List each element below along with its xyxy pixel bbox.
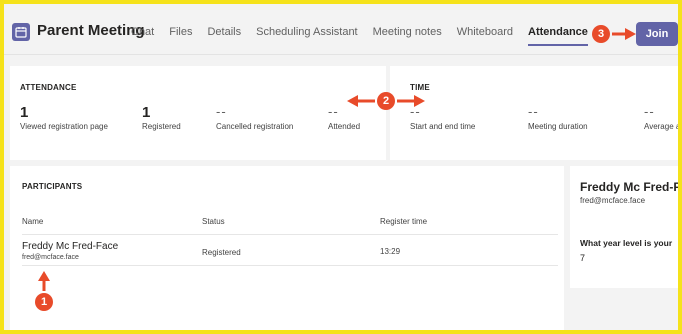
annotation-badge-1: 1 [35, 293, 53, 311]
stat-label: Viewed registration page [20, 122, 108, 131]
participants-title: PARTICIPANTS [22, 182, 83, 191]
participant-name: Freddy Mc Fred-Face [22, 241, 119, 252]
annotation-arrow-right-icon [612, 28, 636, 40]
stat-label: Average a [644, 122, 681, 131]
stat-value: -- [528, 104, 539, 119]
header-divider [22, 234, 558, 235]
stat-label: Attended [328, 122, 361, 131]
stat-label: Meeting duration [528, 122, 588, 131]
tab-scheduling-assistant[interactable]: Scheduling Assistant [256, 26, 358, 38]
participants-card: PARTICIPANTS Name Status Register time F… [10, 166, 564, 330]
stat-value: -- [328, 104, 339, 119]
meeting-title: Parent Meeting [37, 22, 145, 39]
tab-whiteboard[interactable]: Whiteboard [457, 26, 513, 38]
time-title: TIME [410, 83, 430, 92]
row-divider [22, 265, 558, 266]
time-card: TIME -- Start and end time -- Meeting du… [390, 66, 678, 160]
attendance-title: ATTENDANCE [20, 83, 77, 92]
details-answer: 7 [580, 253, 586, 263]
details-question: What year level is your [580, 238, 673, 248]
details-name: Freddy Mc Fred-Fa [580, 180, 682, 194]
column-header-register-time: Register time [380, 217, 428, 226]
stat-value: 1 [142, 104, 151, 121]
stat-label: Registered [142, 122, 181, 131]
annotation-arrow-right-icon [397, 95, 425, 107]
tab-chat[interactable]: Chat [131, 26, 154, 38]
column-header-name: Name [22, 217, 44, 226]
stat-label: Start and end time [410, 122, 476, 131]
annotation-badge-2: 2 [377, 92, 395, 110]
stat-label: Cancelled registration [216, 122, 294, 131]
tab-files[interactable]: Files [169, 26, 192, 38]
stat-value: 1 [20, 104, 29, 121]
screenshot-frame: Parent Meeting Chat Files Details Schedu… [0, 0, 682, 334]
participant-email: fred@mcface.face [22, 254, 79, 261]
stat-value: -- [216, 104, 227, 119]
annotation-arrow-up-icon [38, 271, 50, 291]
tab-attendance[interactable]: Attendance [528, 26, 588, 46]
tab-details[interactable]: Details [207, 26, 241, 38]
tab-meeting-notes[interactable]: Meeting notes [373, 26, 442, 38]
participant-status: Registered [202, 248, 241, 257]
details-email: fred@mcface.face [580, 196, 646, 205]
stat-value: -- [644, 104, 655, 119]
join-button[interactable]: Join [636, 22, 678, 46]
participant-register-time: 13:29 [380, 247, 401, 256]
annotation-arrow-left-icon [347, 95, 375, 107]
meeting-header: Parent Meeting Chat Files Details Schedu… [4, 4, 678, 55]
calendar-icon [12, 23, 30, 41]
annotation-badge-3: 3 [592, 25, 610, 43]
column-header-status: Status [202, 217, 225, 226]
attendance-card: ATTENDANCE 1 Viewed registration page 1 … [10, 66, 386, 160]
meeting-tabs: Chat Files Details Scheduling Assistant … [131, 26, 588, 46]
participant-details-panel: Freddy Mc Fred-Fa fred@mcface.face What … [570, 166, 678, 288]
